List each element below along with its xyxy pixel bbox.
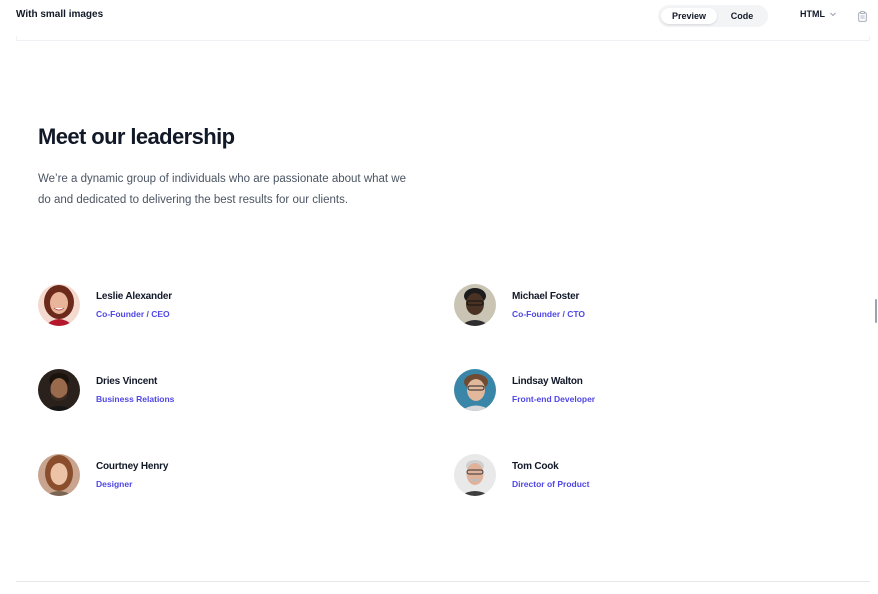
view-toggle: Preview Code xyxy=(658,5,768,27)
section-intro: We’re a dynamic group of individuals who… xyxy=(38,173,406,206)
member-role: Designer xyxy=(96,479,133,489)
avatar xyxy=(454,369,496,411)
section-heading: Meet our leadership xyxy=(38,124,235,149)
member-role: Business Relations xyxy=(96,394,175,404)
team-member-lindsay-walton: Lindsay Walton Front-end Developer xyxy=(454,369,754,413)
member-name: Michael Foster xyxy=(512,291,580,302)
member-role: Co-Founder / CEO xyxy=(96,309,170,319)
team-member-courtney-henry: Courtney Henry Designer xyxy=(38,454,338,498)
member-name: Courtney Henry xyxy=(96,461,169,472)
example-title: With small images xyxy=(16,9,104,20)
member-role: Co-Founder / CTO xyxy=(512,309,586,319)
avatar xyxy=(38,454,80,496)
team-member-michael-foster: Michael Foster Co-Founder / CTO xyxy=(454,284,754,328)
avatar xyxy=(454,284,496,326)
clipboard-icon[interactable] xyxy=(858,9,867,27)
avatar xyxy=(38,284,80,326)
chevron-down-icon xyxy=(829,10,837,18)
scrollbar-thumb[interactable] xyxy=(875,299,877,323)
team-member-tom-cook: Tom Cook Director of Product xyxy=(454,454,754,498)
top-bar: With small images Preview Code HTML xyxy=(0,0,878,32)
tab-preview[interactable]: Preview xyxy=(661,8,717,24)
member-name: Dries Vincent xyxy=(96,376,158,387)
tab-code[interactable]: Code xyxy=(720,8,764,24)
member-role: Director of Product xyxy=(512,479,590,489)
member-name: Tom Cook xyxy=(512,461,559,472)
language-select[interactable]: HTML xyxy=(800,9,837,19)
team-member-leslie-alexander: Leslie Alexander Co-Founder / CEO xyxy=(38,284,338,328)
language-label: HTML xyxy=(800,9,825,19)
member-name: Lindsay Walton xyxy=(512,376,583,387)
team-member-dries-vincent: Dries Vincent Business Relations xyxy=(38,369,338,413)
member-role: Front-end Developer xyxy=(512,394,596,404)
avatar xyxy=(38,369,80,411)
avatar xyxy=(454,454,496,496)
member-name: Leslie Alexander xyxy=(96,291,172,302)
